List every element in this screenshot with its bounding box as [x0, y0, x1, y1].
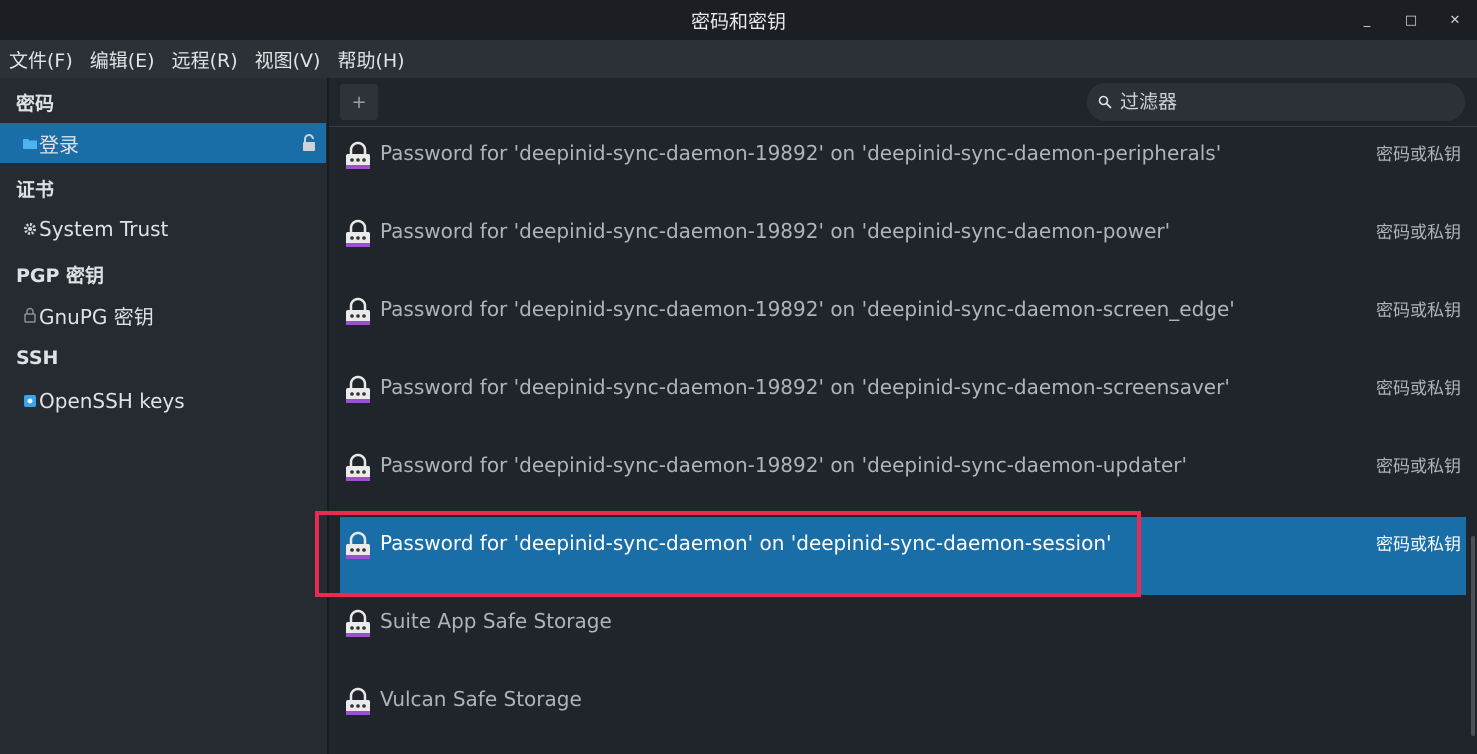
item-type: 密码或私钥 — [1376, 457, 1461, 477]
folder-icon — [21, 137, 39, 150]
item-type: 密码或私钥 — [1376, 535, 1461, 555]
item-name: Password for 'deepinid-sync-daemon-19892… — [380, 297, 1235, 321]
item-name: Password for 'deepinid-sync-daemon-19892… — [380, 453, 1187, 477]
sidebar-item-label: OpenSSH keys — [39, 389, 185, 413]
sidebar-item-label: System Trust — [39, 217, 169, 241]
search-icon — [1098, 94, 1114, 110]
password-lock-icon — [346, 375, 370, 403]
menu-edit[interactable]: 编辑(E) — [81, 46, 163, 73]
section-heading-ssh: SSH — [16, 347, 59, 369]
maximize-button[interactable]: □ — [1389, 13, 1433, 28]
search-box[interactable] — [1087, 83, 1465, 121]
item-name: Password for 'deepinid-sync-daemon' on '… — [380, 531, 1112, 555]
list-item[interactable]: Password for 'deepinid-sync-daemon-19892… — [340, 283, 1466, 361]
section-heading-certificates: 证书 — [16, 179, 55, 201]
sidebar-item-label: 登录 — [39, 132, 79, 157]
sidebar-item-login[interactable]: 登录 — [0, 123, 326, 163]
sidebar-item-system-trust[interactable]: System Trust — [0, 209, 327, 249]
item-type: 密码或私钥 — [1376, 223, 1461, 243]
item-name: Suite App Safe Storage — [380, 609, 612, 633]
item-type: 密码或私钥 — [1376, 379, 1461, 399]
lock-icon — [21, 307, 39, 323]
list-item-selected[interactable]: Password for 'deepinid-sync-daemon' on '… — [340, 517, 1466, 595]
folder-icon — [21, 394, 39, 408]
list-item[interactable]: Password for 'deepinid-sync-daemon-19892… — [340, 361, 1466, 439]
list-item[interactable]: Password for 'deepinid-sync-daemon-19892… — [340, 439, 1466, 517]
main-pane: + Password for 'deepinid-sync-daemon-198… — [329, 78, 1477, 754]
menu-file[interactable]: 文件(F) — [0, 46, 81, 73]
section-heading-pgp: PGP 密钥 — [16, 265, 105, 287]
item-name: Password for 'deepinid-sync-daemon-19892… — [380, 219, 1171, 243]
menu-bar: 文件(F) 编辑(E) 远程(R) 视图(V) 帮助(H) — [0, 40, 1477, 78]
item-type: 密码或私钥 — [1376, 145, 1461, 165]
scrollbar-thumb[interactable] — [1471, 536, 1475, 736]
list-item[interactable]: Password for 'deepinid-sync-daemon-19892… — [340, 205, 1466, 283]
add-button[interactable]: + — [340, 84, 378, 120]
unlocked-lock-icon[interactable] — [302, 133, 316, 157]
section-heading-passwords: 密码 — [16, 93, 55, 115]
window-controls: _ □ ✕ — [1345, 0, 1477, 40]
sidebar: 密码 登录 证书 System Trust PGP 密钥 GnuPG 密钥 SS… — [0, 78, 327, 754]
search-input[interactable] — [1118, 90, 1442, 114]
gear-icon — [21, 222, 39, 236]
menu-help[interactable]: 帮助(H) — [328, 46, 412, 73]
list-item[interactable]: Suite App Safe Storage — [340, 595, 1466, 673]
password-lock-icon — [346, 687, 370, 715]
close-button[interactable]: ✕ — [1433, 13, 1477, 28]
toolbar: + — [329, 78, 1477, 127]
list-item[interactable]: Password for 'deepinid-sync-daemon-19892… — [340, 127, 1466, 205]
window-title: 密码和密钥 — [690, 10, 786, 33]
password-lock-icon — [346, 531, 370, 559]
item-list: Password for 'deepinid-sync-daemon-19892… — [340, 127, 1466, 754]
menu-remote[interactable]: 远程(R) — [163, 46, 246, 73]
sidebar-item-label: GnuPG 密钥 — [39, 304, 154, 329]
password-lock-icon — [346, 453, 370, 481]
password-lock-icon — [346, 219, 370, 247]
password-lock-icon — [346, 141, 370, 169]
password-lock-icon — [346, 609, 370, 637]
item-name: Password for 'deepinid-sync-daemon-19892… — [380, 141, 1222, 165]
sidebar-item-gnupg[interactable]: GnuPG 密钥 — [0, 295, 327, 335]
title-bar: 密码和密钥 _ □ ✕ — [0, 0, 1477, 40]
list-scrollbar[interactable] — [1467, 126, 1477, 754]
sidebar-item-openssh[interactable]: OpenSSH keys — [0, 381, 327, 421]
item-type: 密码或私钥 — [1376, 301, 1461, 321]
menu-view[interactable]: 视图(V) — [246, 46, 329, 73]
password-lock-icon — [346, 297, 370, 325]
item-name: Password for 'deepinid-sync-daemon-19892… — [380, 375, 1230, 399]
minimize-button[interactable]: _ — [1345, 13, 1389, 28]
list-item[interactable]: Vulcan Safe Storage — [340, 673, 1466, 751]
item-name: Vulcan Safe Storage — [380, 687, 582, 711]
